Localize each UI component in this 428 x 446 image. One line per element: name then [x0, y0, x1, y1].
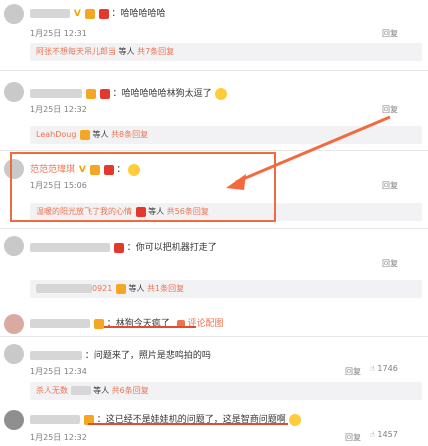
fan-badge-icon: [98, 8, 109, 19]
sub-reply-mid: 等人: [118, 47, 138, 56]
divider: [0, 70, 428, 71]
smiley-face-icon: [214, 87, 227, 100]
comment-time: 1月25日 12:32: [30, 433, 87, 442]
member-badge-icon: [79, 129, 90, 140]
comment-text: ：你可以把机器打走了: [126, 243, 217, 253]
fan-badge-icon: [113, 242, 124, 253]
avatar[interactable]: [4, 314, 24, 334]
comment-time: 1月25日 12:34: [30, 367, 87, 376]
avatar[interactable]: [4, 410, 24, 430]
reply-button[interactable]: 回复: [345, 432, 361, 443]
underline-annotation: [88, 423, 288, 425]
like-count: 1746: [377, 364, 398, 373]
thumbs-up-icon: ☝: [370, 364, 375, 373]
avatar[interactable]: [4, 82, 24, 102]
avatar[interactable]: [4, 4, 24, 24]
comment-text: ：哈哈哈哈哈林狗太逗了: [112, 89, 212, 99]
member-badge-icon: [84, 8, 95, 19]
reply-button[interactable]: 回复: [382, 258, 398, 269]
comment-line: ：哈哈哈哈哈林狗太逗了: [30, 86, 227, 100]
comment-time: 1月25日 12:32: [30, 105, 87, 114]
sub-replies[interactable]: 杀人无数 等人 共6条回复: [30, 382, 422, 400]
sub-reply-mid: 等人: [92, 130, 112, 139]
divider: [0, 336, 428, 337]
sub-reply-count[interactable]: 共6条回复: [112, 386, 149, 395]
comment-text: ：哈哈哈哈哈: [111, 9, 166, 19]
member-badge-icon: [115, 283, 126, 294]
thumbs-up-icon: ☝: [370, 430, 375, 439]
like-button[interactable]: ☝ 1457: [370, 430, 398, 439]
comment-line: ：你可以把机器打走了: [30, 240, 217, 253]
fan-badge-icon: [99, 88, 110, 99]
comment-line: V ：哈哈哈哈哈: [30, 6, 165, 19]
sub-reply-count[interactable]: 共7条回复: [137, 47, 174, 56]
sub-reply-count[interactable]: 共8条回复: [111, 130, 148, 139]
sub-reply-count[interactable]: 共1条回复: [147, 284, 184, 293]
like-button[interactable]: ☝ 1746: [370, 364, 398, 373]
avatar[interactable]: [4, 236, 24, 256]
sub-reply-mid: 等人: [128, 284, 147, 293]
comment-line: ：问题来了，照片是悲鸣拍的吗: [30, 348, 211, 361]
like-count: 1457: [377, 430, 398, 439]
comment-text: ：问题来了，照片是悲鸣拍的吗: [84, 351, 211, 361]
sub-reply-user[interactable]: LeahDoug: [36, 130, 76, 139]
avatar[interactable]: [4, 344, 24, 364]
comment-time: 1月25日 12:31: [30, 29, 87, 38]
highlight-arrow: [226, 115, 391, 190]
sub-reply-user[interactable]: 0921: [92, 284, 112, 293]
sub-replies[interactable]: 阿张不想每天吊儿郎当 等人 共7条回复: [30, 43, 422, 61]
smiley-face-icon: [288, 413, 301, 426]
underline-annotation: [104, 326, 196, 328]
divider: [0, 228, 428, 229]
sub-reply-user[interactable]: 阿张不想每天吊儿郎当: [36, 47, 116, 56]
sub-reply-mid: 等人: [93, 386, 112, 395]
member-badge-icon: [85, 88, 96, 99]
vip-badge-icon: V: [73, 8, 81, 19]
sub-reply-user[interactable]: 杀人无数: [36, 386, 68, 395]
reply-button[interactable]: 回复: [382, 28, 398, 39]
member-badge-icon: [93, 318, 104, 329]
reply-button[interactable]: 回复: [345, 366, 361, 377]
sub-replies[interactable]: 0921 等人 共1条回复: [30, 280, 422, 298]
